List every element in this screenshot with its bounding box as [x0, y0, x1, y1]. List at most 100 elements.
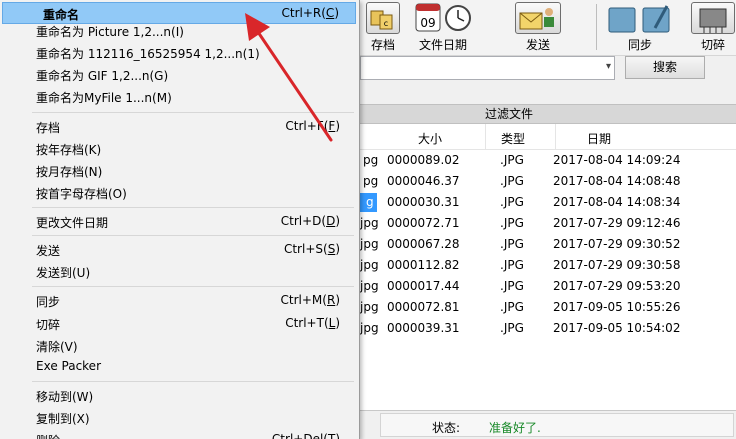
menu-item-copy-to[interactable]: 复制到(X): [2, 407, 356, 429]
menu-item-send-to[interactable]: 发送到(U): [2, 261, 356, 283]
column-header-type[interactable]: 类型: [501, 130, 525, 147]
search-button[interactable]: 搜索: [625, 56, 705, 79]
menu-item-delete[interactable]: 删除 Ctrl+Del(T): [2, 429, 356, 439]
file-date-cell: 2017-09-05 10:55:26: [553, 300, 681, 314]
file-date-cell: 2017-08-04 14:08:34: [553, 195, 681, 209]
menu-item-rename-gif[interactable]: 重命名为 GIF 1,2...n(G): [2, 64, 356, 86]
file-date-cell: 2017-07-29 09:30:58: [553, 258, 681, 272]
column-header-size[interactable]: 大小: [418, 130, 442, 147]
menu-item-shortcut: Ctrl+F(F): [285, 119, 340, 133]
menu-item-shortcut: Ctrl+R(C): [281, 6, 339, 20]
file-size-cell: 0000089.02: [387, 153, 460, 167]
menu-separator: [32, 286, 354, 287]
file-name-cell: pg: [363, 174, 379, 188]
menu-item-label: 发送: [36, 244, 61, 258]
file-date-toolbar-button[interactable]: 09 文件日期: [413, 0, 473, 54]
file-name-cell: jpg: [360, 321, 379, 335]
menu-item-shortcut: Ctrl+S(S): [283, 242, 340, 256]
file-size-cell: 0000030.31: [387, 195, 460, 209]
file-row[interactable]: pg 0000089.02 .JPG 2017-08-04 14:09:24: [360, 150, 736, 171]
sync-toolbar-label: 同步: [627, 38, 652, 52]
menu-item-label: 更改文件日期: [36, 216, 109, 230]
file-row[interactable]: jpg 0000067.28 .JPG 2017-07-29 09:30:52: [360, 234, 736, 255]
menu-item-move-to[interactable]: 移动到(W): [2, 385, 356, 407]
file-size-cell: 0000067.28: [387, 237, 460, 251]
file-row[interactable]: jpg 0000072.71 .JPG 2017-07-29 09:12:46: [360, 213, 736, 234]
file-size-cell: 0000072.71: [387, 216, 460, 230]
menu-item-shortcut: Ctrl+T(L): [285, 316, 340, 330]
menu-separator: [32, 235, 354, 236]
file-type-cell: .JPG: [500, 321, 524, 335]
file-size-cell: 0000039.31: [387, 321, 460, 335]
status-label: 状态:: [432, 421, 461, 435]
file-name-cell: pg: [363, 153, 379, 167]
column-divider[interactable]: [485, 124, 486, 150]
file-row[interactable]: jpg 0000017.44 .JPG 2017-07-29 09:53:20: [360, 276, 736, 297]
path-combo[interactable]: ▾: [360, 56, 615, 80]
toolbar-separator: [596, 4, 597, 50]
archive-toolbar-label: 存档: [370, 38, 395, 52]
file-type-cell: .JPG: [500, 300, 524, 314]
archive-folder-icon: c: [366, 2, 400, 34]
send-toolbar-label: 发送: [525, 38, 550, 52]
file-type-cell: .JPG: [500, 216, 524, 230]
menu-item-rename-picture[interactable]: 重命名为 Picture 1,2...n(I): [2, 20, 356, 42]
menu-item-change-file-date[interactable]: 更改文件日期 Ctrl+D(D): [2, 211, 356, 233]
menu-separator: [32, 207, 354, 208]
send-toolbar-button[interactable]: 发送: [514, 0, 562, 54]
file-list[interactable]: 大小 类型 日期 pg 0000089.02 .JPG 2017-08-04 14:0…: [360, 124, 736, 410]
search-row: ▾ 搜索: [360, 56, 736, 102]
file-date-cell: 2017-08-04 14:08:48: [553, 174, 681, 188]
chevron-down-icon[interactable]: ▾: [606, 61, 611, 72]
file-row[interactable]: jpg 0000112.82 .JPG 2017-07-29 09:30:58: [360, 255, 736, 276]
menu-item-label: 重命名为 112116_16525954 1,2...n(1): [36, 47, 260, 61]
menu-separator: [32, 112, 354, 113]
file-row[interactable]: jpg 0000072.81 .JPG 2017-09-05 10:55:26: [360, 297, 736, 318]
menu-item-label: 移动到(W): [36, 390, 94, 404]
column-header-date[interactable]: 日期: [587, 130, 611, 147]
sync-toolbar-button[interactable]: 同步: [604, 0, 676, 54]
menu-item-label: 删除: [36, 432, 60, 439]
menu-item-label: 存档: [36, 121, 61, 135]
menu-separator: [32, 381, 354, 382]
menu-item-clear[interactable]: 清除(V): [2, 335, 356, 357]
shred-toolbar-label: 切碎: [700, 38, 725, 52]
svg-text:c: c: [384, 19, 388, 28]
menu-item-archive-by-month[interactable]: 按月存档(N): [2, 160, 356, 182]
menu-item-archive-by-initial[interactable]: 按首字母存档(O): [2, 182, 356, 204]
menu-item-label: 同步: [36, 295, 61, 309]
menu-item-shortcut: Ctrl+Del(T): [271, 432, 340, 439]
filter-files-bar[interactable]: 过滤文件: [360, 104, 736, 124]
menu-item-rename-timestamp[interactable]: 重命名为 112116_16525954 1,2...n(1): [2, 42, 356, 64]
file-size-cell: 0000046.37: [387, 174, 460, 188]
menu-item-label: 切碎: [36, 318, 61, 332]
file-row[interactable]: g 0000030.31 .JPG 2017-08-04 14:08:34: [360, 192, 736, 213]
archive-toolbar-button[interactable]: c 存档: [363, 0, 403, 54]
menu-item-archive-by-year[interactable]: 按年存档(K): [2, 138, 356, 160]
menu-item-label: 重命名为 Picture 1,2...n(I): [36, 25, 184, 39]
file-row[interactable]: pg 0000046.37 .JPG 2017-08-04 14:08:48: [360, 171, 736, 192]
shred-toolbar-button[interactable]: 切碎: [690, 0, 736, 54]
menu-item-exe-packer[interactable]: Exe Packer: [2, 356, 356, 378]
calendar-clock-icon: 09: [414, 2, 472, 34]
menu-item-rename-myfile[interactable]: 重命名为MyFile 1...n(M): [2, 86, 356, 108]
menu-item-shortcut: Ctrl+D(D): [280, 214, 340, 228]
column-divider[interactable]: [555, 124, 556, 150]
menu-item-shred[interactable]: 切碎 Ctrl+T(L): [2, 313, 356, 335]
file-name-cell: jpg: [360, 216, 379, 230]
menu-item-label: 清除(V): [36, 340, 78, 354]
filter-files-label: 过滤文件: [484, 107, 533, 121]
sync-folder-icon: [605, 2, 675, 34]
file-row[interactable]: jpg 0000039.31 .JPG 2017-09-05 10:54:02: [360, 318, 736, 339]
file-name-cell: jpg: [360, 237, 379, 251]
menu-item-label: 重命名为 GIF 1,2...n(G): [36, 69, 169, 83]
menu-item-send[interactable]: 发送 Ctrl+S(S): [2, 239, 356, 261]
menu-item-sync[interactable]: 同步 Ctrl+M(R): [2, 290, 356, 312]
file-name-cell: jpg: [360, 279, 379, 293]
file-type-cell: .JPG: [500, 258, 524, 272]
menu-item-label: 按年存档(K): [36, 143, 102, 157]
menu-item-archive[interactable]: 存档 Ctrl+F(F): [2, 116, 356, 138]
file-type-cell: .JPG: [500, 279, 524, 293]
file-size-cell: 0000072.81: [387, 300, 460, 314]
file-list-header: 大小 类型 日期: [360, 124, 736, 150]
